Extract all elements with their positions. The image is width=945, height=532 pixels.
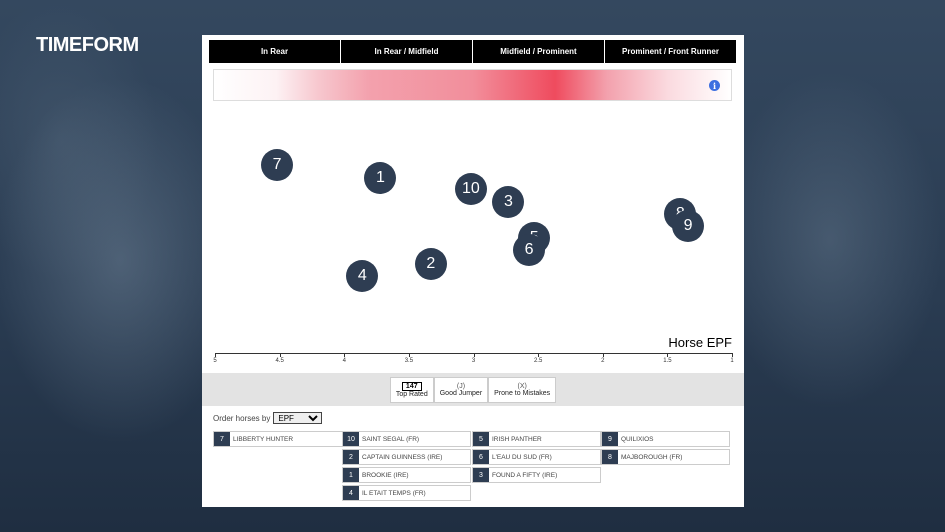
horse-list-item[interactable]: 6 L'EAU DU SUD (FR) <box>472 449 601 465</box>
horse-marker[interactable]: 9 <box>672 210 705 242</box>
horse-name: IRISH PANTHER <box>492 435 542 443</box>
horse-list-item[interactable]: 9 QUILIXIOS <box>601 431 730 447</box>
legend-prone-to-mistakes[interactable]: (X) Prone to Mistakes <box>488 376 557 403</box>
horse-number-badge: 1 <box>343 468 359 482</box>
horse-number-badge: 7 <box>214 432 230 446</box>
legend-good-jumper-label: Good Jumper <box>439 389 483 397</box>
x-tick <box>408 353 410 357</box>
x-tick-label: 1 <box>730 358 734 364</box>
order-select[interactable]: EPF <box>273 412 323 424</box>
horse-number-badge: 10 <box>343 432 359 446</box>
legend-top-rated-key: 147 <box>401 381 422 391</box>
horse-list-item[interactable]: 7 LIBBERTY HUNTER <box>213 431 343 447</box>
x-tick <box>473 353 475 357</box>
horse-marker[interactable]: 7 <box>261 149 294 181</box>
x-tick-label: 3 <box>471 358 476 364</box>
horse-list-item[interactable]: 1 BROOKIE (IRE) <box>342 467 471 483</box>
horse-list-item[interactable]: 3 FOUND A FIFTY (IRE) <box>472 467 601 483</box>
horse-name: L'EAU DU SUD (FR) <box>492 453 552 461</box>
horse-name: BROOKIE (IRE) <box>362 471 409 479</box>
x-tick-label: 5 <box>213 358 217 364</box>
horse-marker[interactable]: 3 <box>492 186 525 218</box>
horse-marker[interactable]: 1 <box>364 162 397 194</box>
horse-name: FOUND A FIFTY (IRE) <box>492 471 558 479</box>
legend-prone-label: Prone to Mistakes <box>494 389 551 397</box>
legend-prone-key: (X) <box>517 382 527 390</box>
x-tick <box>732 353 733 357</box>
horse-name: QUILIXIOS <box>621 435 654 443</box>
legend-good-jumper[interactable]: (J) Good Jumper <box>433 376 489 403</box>
horse-number-badge: 9 <box>602 432 618 446</box>
x-tick-label: 2.5 <box>533 358 543 364</box>
horse-name: CAPTAIN GUINNESS (IRE) <box>362 453 443 461</box>
legend-bar: 147 Top Rated (J) Good Jumper (X) Prone … <box>202 373 744 406</box>
x-tick-label: 3.5 <box>404 358 414 364</box>
horse-marker[interactable]: 10 <box>454 173 487 205</box>
horse-number-badge: 2 <box>343 450 359 464</box>
x-tick <box>538 353 540 357</box>
x-tick <box>602 353 604 357</box>
horse-name: IL ETAIT TEMPS (FR) <box>362 489 426 497</box>
order-control: Order horses by EPF <box>213 412 323 424</box>
x-tick <box>667 353 669 357</box>
x-tick <box>279 353 281 357</box>
legend-top-rated[interactable]: 147 Top Rated <box>389 376 434 403</box>
horse-number-badge: 6 <box>473 450 489 464</box>
epf-scatter-plot: Horse EPF 54.543.532.521.5171103562489 <box>202 35 744 375</box>
horse-list-item[interactable]: 8 MAJBOROUGH (FR) <box>601 449 730 465</box>
legend-good-jumper-key: (J) <box>456 382 466 390</box>
x-tick-label: 4 <box>342 358 346 364</box>
pace-map-panel: In Rear In Rear / Midfield Midfield / Pr… <box>202 35 744 507</box>
horse-marker[interactable]: 6 <box>513 234 546 266</box>
horse-list-item[interactable]: 10 SAINT SEGAL (FR) <box>342 431 471 447</box>
horse-list-item[interactable]: 2 CAPTAIN GUINNESS (IRE) <box>342 449 471 465</box>
horse-name: MAJBOROUGH (FR) <box>621 453 683 461</box>
x-tick-label: 4.5 <box>275 358 284 364</box>
horse-name: LIBBERTY HUNTER <box>233 435 294 443</box>
x-axis-title: Horse EPF <box>668 335 732 350</box>
x-tick <box>344 353 346 357</box>
horse-marker[interactable]: 2 <box>414 248 447 280</box>
timeform-logo: TIMEFORM <box>36 34 139 56</box>
horse-number-badge: 4 <box>343 486 359 500</box>
horse-number-badge: 5 <box>473 432 489 446</box>
horse-name: SAINT SEGAL (FR) <box>362 435 420 443</box>
horse-marker[interactable]: 4 <box>346 260 379 292</box>
x-tick-label: 1.5 <box>663 358 672 364</box>
x-tick-label: 2 <box>601 358 605 364</box>
horse-list-item[interactable]: 4 IL ETAIT TEMPS (FR) <box>342 485 471 501</box>
horse-list-item[interactable]: 5 IRISH PANTHER <box>472 431 601 447</box>
x-tick <box>215 353 216 357</box>
legend-top-rated-label: Top Rated <box>395 390 428 398</box>
horse-number-badge: 8 <box>602 450 618 464</box>
horse-number-badge: 3 <box>473 468 489 482</box>
order-label: Order horses by <box>213 413 271 423</box>
